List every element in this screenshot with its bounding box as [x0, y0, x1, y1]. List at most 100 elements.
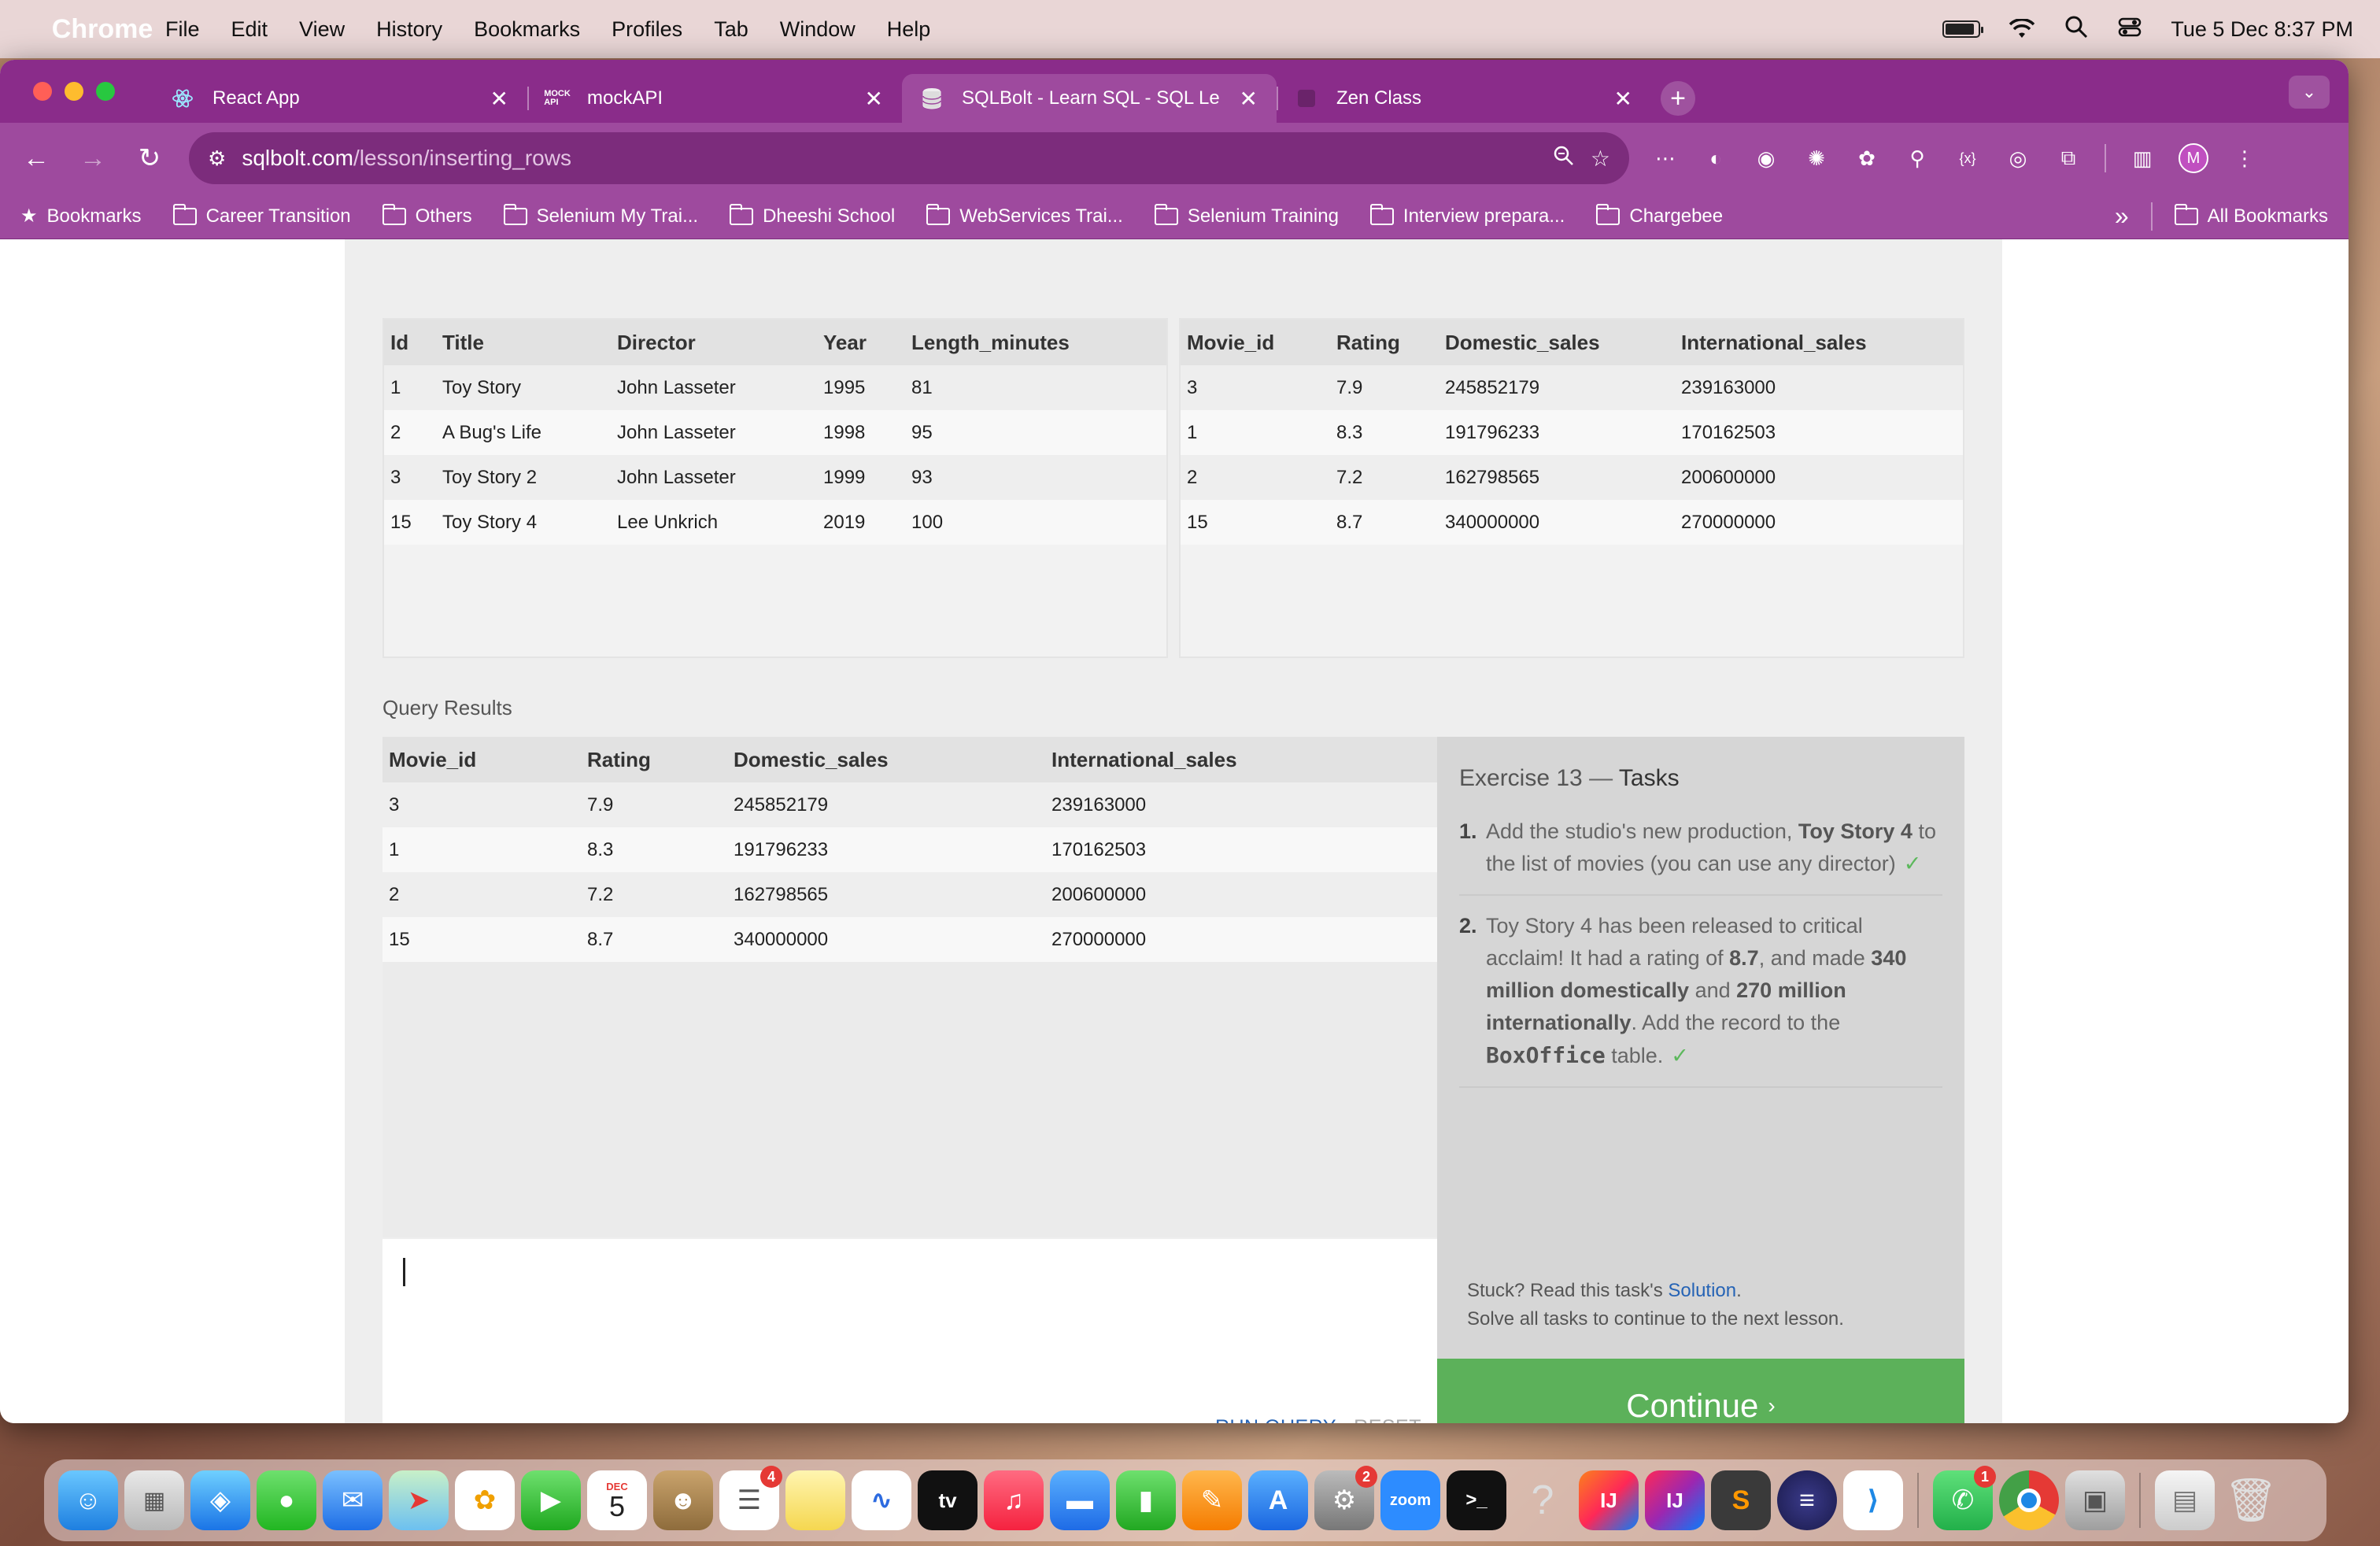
menu-profiles[interactable]: Profiles [612, 17, 682, 42]
sql-query-editor[interactable]: RUN QUERY RESET [382, 1239, 1437, 1423]
stuck-line: Stuck? Read this task's Solution. [1467, 1277, 1844, 1305]
freeform-icon[interactable]: ∿ [852, 1470, 911, 1530]
apple-tv-icon[interactable]: tv [918, 1470, 978, 1530]
menu-edit[interactable]: Edit [231, 17, 268, 42]
battery-icon[interactable] [1942, 20, 1984, 38]
safari-icon[interactable]: ◈ [190, 1470, 250, 1530]
zoom-window-button[interactable] [96, 82, 115, 101]
messages-icon[interactable]: ● [257, 1470, 316, 1530]
menu-file[interactable]: File [165, 17, 200, 42]
tab-mockapi[interactable]: MOCK API mockAPI ✕ [527, 74, 902, 123]
help-question-icon[interactable]: ? [1513, 1470, 1572, 1530]
system-settings-icon[interactable]: ⚙ 2 [1314, 1466, 1377, 1530]
numbers-icon[interactable]: ▮ [1116, 1470, 1176, 1530]
tab-react-app[interactable]: React App ✕ [153, 74, 527, 123]
address-bar[interactable]: ⚙ sqlbolt.com/lesson/inserting_rows ☆ [189, 132, 1629, 184]
menu-view[interactable]: View [299, 17, 345, 42]
bookmark-star-icon[interactable]: ☆ [1591, 146, 1610, 172]
extension-dots-icon[interactable]: ⋯ [1651, 144, 1680, 172]
movies-table: Id Title Director Year Length_minutes 1 … [384, 320, 1166, 545]
preview-icon[interactable]: ▣ [2065, 1470, 2125, 1530]
chrome-menu-icon[interactable]: ⋮ [2230, 144, 2259, 172]
close-tab-icon[interactable]: ✕ [1240, 86, 1258, 112]
bookmarks-overflow-icon[interactable]: » [2115, 202, 2129, 231]
minimize-window-button[interactable] [65, 82, 83, 101]
maps-icon[interactable]: ➤ [389, 1470, 449, 1530]
zoom-icon[interactable] [1553, 145, 1575, 172]
eclipse-icon[interactable]: ≡ [1777, 1470, 1837, 1530]
bookmark-bookmarks[interactable]: ★ Bookmarks [20, 205, 142, 227]
bookmark-career-transition[interactable]: Career Transition [172, 203, 351, 227]
finder-icon[interactable]: ☺ [58, 1470, 118, 1530]
bookmark-all-bookmarks[interactable]: All Bookmarks [2174, 203, 2328, 227]
react-icon [172, 87, 194, 109]
spotlight-search-icon[interactable] [2064, 14, 2089, 45]
music-icon[interactable]: ♫ [984, 1470, 1044, 1530]
reset-button[interactable]: RESET [1354, 1416, 1421, 1423]
extension-color-icon[interactable]: ✿ [1853, 144, 1881, 172]
menu-history[interactable]: History [376, 17, 442, 42]
contacts-icon[interactable]: ☻ [653, 1470, 713, 1530]
bookmark-webservices-training[interactable]: WebServices Trai... [926, 203, 1123, 227]
vscode-icon[interactable]: ⟩ [1843, 1470, 1903, 1530]
bookmark-interview-preparation[interactable]: Interview prepara... [1369, 203, 1565, 227]
mail-icon[interactable]: ✉ [323, 1470, 382, 1530]
facetime-icon[interactable]: ▶ [521, 1470, 581, 1530]
bookmark-dheeshi-school[interactable]: Dheeshi School [730, 203, 895, 227]
control-center-icon[interactable] [2117, 14, 2142, 45]
extension-flower-icon[interactable]: ✺ [1802, 144, 1831, 172]
extension-bird-icon[interactable]: ⚲ [1903, 144, 1931, 172]
close-tab-icon[interactable]: ✕ [490, 86, 508, 112]
calendar-icon[interactable]: DEC 5 [587, 1470, 647, 1530]
menu-help[interactable]: Help [887, 17, 931, 42]
extension-globe-icon[interactable]: ◐ [1702, 144, 1730, 172]
extension-record-icon[interactable]: ◉ [1752, 144, 1780, 172]
launchpad-icon[interactable]: ▦ [124, 1470, 184, 1530]
chrome-icon[interactable] [1999, 1470, 2059, 1530]
extension-target-icon[interactable]: ◎ [2004, 144, 2032, 172]
reload-button[interactable]: ↻ [132, 142, 167, 174]
extensions-puzzle-icon[interactable]: ⧉ [2054, 144, 2082, 172]
menu-app-name[interactable]: Chrome [52, 0, 153, 59]
sublime-text-icon[interactable]: S [1711, 1470, 1771, 1530]
side-panel-icon[interactable]: ▥ [2128, 144, 2156, 172]
tab-sqlbolt[interactable]: SQLBolt - Learn SQL - SQL Le ✕ [902, 74, 1277, 123]
profile-avatar[interactable]: M [2179, 143, 2208, 173]
menu-window[interactable]: Window [780, 17, 856, 42]
reminders-icon[interactable]: ☰ 4 [719, 1466, 782, 1530]
bookmark-others[interactable]: Others [382, 203, 472, 227]
close-window-button[interactable] [33, 82, 52, 101]
app-store-icon[interactable]: A [1248, 1470, 1308, 1530]
url-text[interactable]: sqlbolt.com/lesson/inserting_rows [242, 146, 1537, 171]
bookmark-chargebee[interactable]: Chargebee [1596, 203, 1723, 227]
pages-icon[interactable]: ✎ [1182, 1470, 1242, 1530]
tab-search-button[interactable]: ⌄ [2289, 76, 2330, 109]
bookmark-selenium-my-training[interactable]: Selenium My Trai... [503, 203, 698, 227]
whatsapp-icon[interactable]: ✆ 1 [1933, 1466, 1996, 1530]
run-query-button[interactable]: RUN QUERY [1215, 1416, 1336, 1423]
intellij-idea-icon[interactable]: IJ [1645, 1470, 1705, 1530]
forward-button[interactable]: → [76, 143, 110, 174]
wifi-icon[interactable] [2009, 18, 2035, 39]
continue-button[interactable]: Continue › [1437, 1359, 1964, 1423]
bookmark-selenium-training[interactable]: Selenium Training [1154, 203, 1339, 227]
photos-icon[interactable]: ✿ [455, 1470, 515, 1530]
keynote-icon[interactable]: ▬ [1050, 1470, 1110, 1530]
extension-json-icon[interactable]: {x} [1953, 144, 1982, 172]
site-info-icon[interactable]: ⚙ [208, 146, 226, 171]
zoom-app-icon[interactable]: zoom [1380, 1470, 1440, 1530]
new-tab-button[interactable]: + [1661, 81, 1695, 116]
terminal-icon[interactable]: >_ [1447, 1470, 1506, 1530]
downloads-folder-icon[interactable]: ▤ [2155, 1470, 2215, 1530]
back-button[interactable]: ← [19, 143, 54, 174]
close-tab-icon[interactable]: ✕ [865, 86, 883, 112]
solution-link[interactable]: Solution [1668, 1280, 1736, 1301]
trash-icon[interactable]: 🗑 [2221, 1470, 2281, 1530]
tab-zen-class[interactable]: Zen Class ✕ [1277, 74, 1651, 123]
intellij-ce-icon[interactable]: IJ [1579, 1470, 1639, 1530]
close-tab-icon[interactable]: ✕ [1614, 86, 1632, 112]
menu-clock[interactable]: Tue 5 Dec 8:37 PM [2171, 17, 2353, 42]
notes-icon[interactable] [785, 1470, 845, 1530]
menu-tab[interactable]: Tab [714, 17, 748, 42]
menu-bookmarks[interactable]: Bookmarks [474, 17, 580, 42]
